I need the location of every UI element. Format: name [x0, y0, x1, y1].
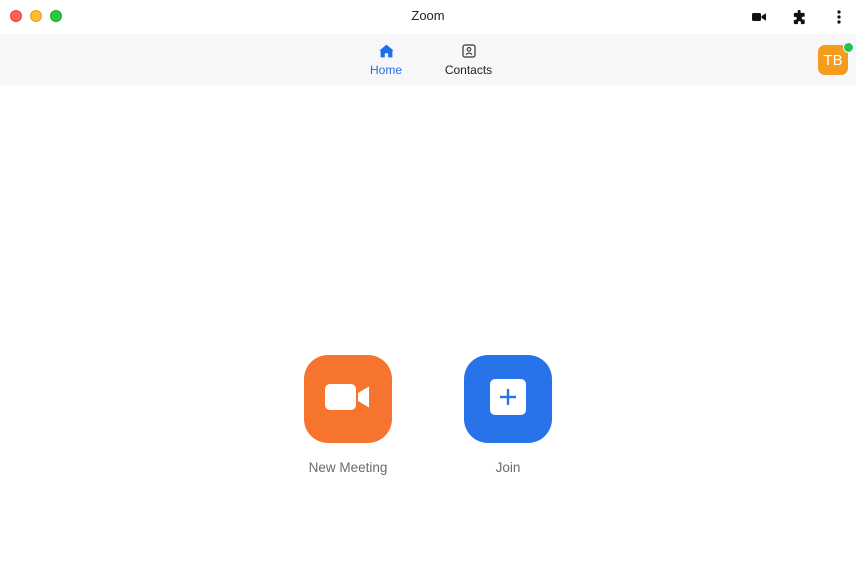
tab-home[interactable]: Home — [362, 34, 410, 85]
contacts-icon — [461, 43, 477, 59]
puzzle-icon[interactable] — [789, 7, 809, 27]
zoom-window: Zoom Home Contacts TB New Meeting Join — [0, 0, 856, 571]
nav-bar: Home Contacts TB — [0, 34, 856, 85]
online-status-indicator — [843, 42, 854, 53]
join-label: Join — [495, 460, 521, 475]
home-icon — [378, 43, 394, 59]
more-vertical-icon[interactable] — [829, 7, 849, 27]
title-bar: Zoom — [0, 0, 856, 34]
new-meeting-tile[interactable] — [304, 355, 392, 443]
tab-contacts-label: Contacts — [444, 63, 493, 77]
window-title: Zoom — [411, 8, 445, 23]
video-camera-icon — [325, 383, 371, 416]
join-button[interactable]: Join — [460, 355, 556, 475]
new-meeting-label: New Meeting — [308, 460, 388, 475]
plus-icon — [490, 378, 526, 420]
join-tile[interactable] — [464, 355, 552, 443]
video-camera-icon[interactable] — [749, 7, 769, 27]
new-meeting-button[interactable]: New Meeting — [300, 355, 396, 475]
tab-home-label: Home — [369, 63, 402, 77]
tab-contacts[interactable]: Contacts — [440, 34, 497, 85]
avatar-initials: TB — [823, 51, 843, 69]
